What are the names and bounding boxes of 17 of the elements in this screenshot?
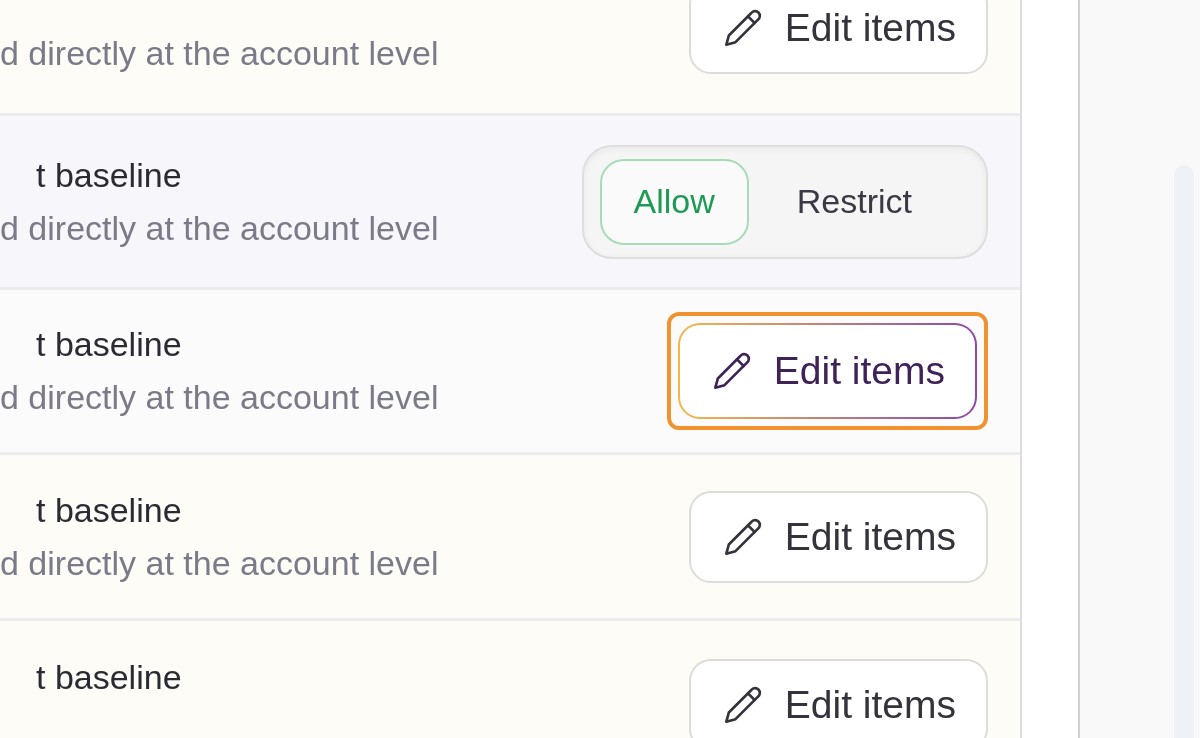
setting-title: t baseline [36,325,183,364]
setting-title: t baseline [36,658,182,697]
edit-items-button[interactable]: Edit items [688,0,988,74]
setting-description: d directly at the account level [0,378,439,417]
setting-title: t baseline [36,155,183,195]
edit-items-button[interactable]: Edit items [677,323,977,419]
pencil-icon [722,8,763,48]
segment-option[interactable]: Restrict [762,158,946,245]
pencil-icon [722,516,763,557]
pencil-icon [722,684,763,725]
setting-description: d directly at the account level [0,208,439,248]
edit-items-button[interactable]: Edit items [688,490,988,583]
setting-title: t baseline [36,490,183,530]
pencil-icon [711,351,752,391]
setting-description: d directly at the account level [0,34,439,73]
setting-description: d directly at the account level [0,543,439,583]
edit-items-button[interactable]: Edit items [688,658,988,738]
